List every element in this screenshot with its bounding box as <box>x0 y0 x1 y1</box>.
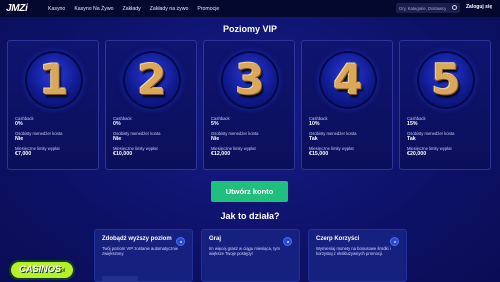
cashback-value: 0% <box>113 121 121 127</box>
vip-card-level-1: 1 Cashback 0% Osobisty menedżer konta Ni… <box>7 40 99 170</box>
manager-value: Tak <box>407 136 416 142</box>
cashback-value: 15% <box>407 121 418 127</box>
manager-value: Nie <box>15 136 24 142</box>
casinos-watermark-logo: CASINOSpl <box>9 260 75 280</box>
cashback-value: 5% <box>211 121 219 127</box>
limits-value: €20,000 <box>407 151 427 157</box>
limits-value: €10,000 <box>113 151 133 157</box>
create-account-button[interactable]: Utwórz konto <box>211 181 288 202</box>
limits-value: €7,000 <box>15 151 32 157</box>
how-it-works-title: Jak to działa? <box>220 211 280 221</box>
info-card-title: Czerp Korzyści <box>316 236 360 242</box>
search-placeholder: Gry, Kategorie, Dostawcy <box>399 5 447 11</box>
level-number: 2 <box>137 55 167 104</box>
nav-item-promotions[interactable]: Promocje <box>197 6 219 12</box>
site-logo[interactable]: JMZi <box>6 3 38 14</box>
medal-icon: 1 <box>25 51 83 109</box>
search-icon[interactable] <box>452 5 457 10</box>
play-icon <box>283 237 292 246</box>
manager-value: Nie <box>211 136 220 142</box>
info-card-text: Twój poziom VIP zostanie automatycznie z… <box>102 246 179 257</box>
vip-card-level-5: 5 Cashback 15% Osobisty menedżer konta T… <box>399 40 491 170</box>
info-card-level-up: Zdobądź wyższy poziom Twój poziom VIP zo… <box>94 229 193 282</box>
info-card-play: Graj Im więcej grasz w ciągu miesiąca, t… <box>201 229 300 282</box>
nav-item-live-casino[interactable]: Kasyno Na Żywo <box>74 6 113 12</box>
watermark-text: CASINOS <box>19 264 61 275</box>
page-title: Poziomy VIP <box>222 24 277 34</box>
nav-item-live-sports[interactable]: Zakłady na żywo <box>150 6 189 12</box>
vip-card-level-4: 4 Cashback 10% Osobisty menedżer konta T… <box>301 40 393 170</box>
cashback-value: 10% <box>309 121 320 127</box>
vip-level-cards: 1 Cashback 0% Osobisty menedżer konta Ni… <box>7 40 493 170</box>
nav-item-sports[interactable]: Zakłady <box>123 6 141 12</box>
level-up-icon <box>176 237 185 246</box>
top-navigation-bar: JMZi Kasyno Kasyno Na Żywo Zakłady Zakła… <box>0 0 500 17</box>
vip-card-level-2: 2 Cashback 0% Osobisty menedżer konta Ni… <box>105 40 197 170</box>
cashback-value: 0% <box>15 121 23 127</box>
level-number: 4 <box>333 55 363 104</box>
vip-card-level-3: 3 Cashback 5% Osobisty menedżer konta Ni… <box>203 40 295 170</box>
level-number: 1 <box>39 55 69 104</box>
info-card-text: Im więcej grasz w ciągu miesiąca, tym wi… <box>209 246 280 257</box>
search-input[interactable]: Gry, Kategorie, Dostawcy <box>396 3 460 13</box>
watermark-suffix: pl <box>60 268 65 274</box>
info-card-title: Graj <box>209 236 222 242</box>
info-card-button[interactable] <box>102 276 138 281</box>
info-card-text: Wymieniaj monety na bonusowe środki i ko… <box>316 246 391 257</box>
limits-value: €15,000 <box>309 151 329 157</box>
medal-icon: 2 <box>123 51 181 109</box>
medal-icon: 3 <box>221 51 279 109</box>
manager-value: Tak <box>309 136 318 142</box>
level-number: 3 <box>235 55 265 104</box>
medal-icon: 5 <box>417 51 475 109</box>
manager-value: Nie <box>113 136 122 142</box>
coin-icon <box>390 237 399 246</box>
level-number: 5 <box>431 55 461 104</box>
main-nav: Kasyno Kasyno Na Żywo Zakłady Zakłady na… <box>48 6 219 12</box>
limits-value: €12,000 <box>211 151 231 157</box>
info-card-title: Zdobądź wyższy poziom <box>102 236 172 242</box>
login-button[interactable]: Zaloguj się <box>466 4 492 10</box>
info-card-benefits: Czerp Korzyści Wymieniaj monety na bonus… <box>308 229 407 282</box>
medal-icon: 4 <box>319 51 377 109</box>
nav-item-casino[interactable]: Kasyno <box>48 6 65 12</box>
